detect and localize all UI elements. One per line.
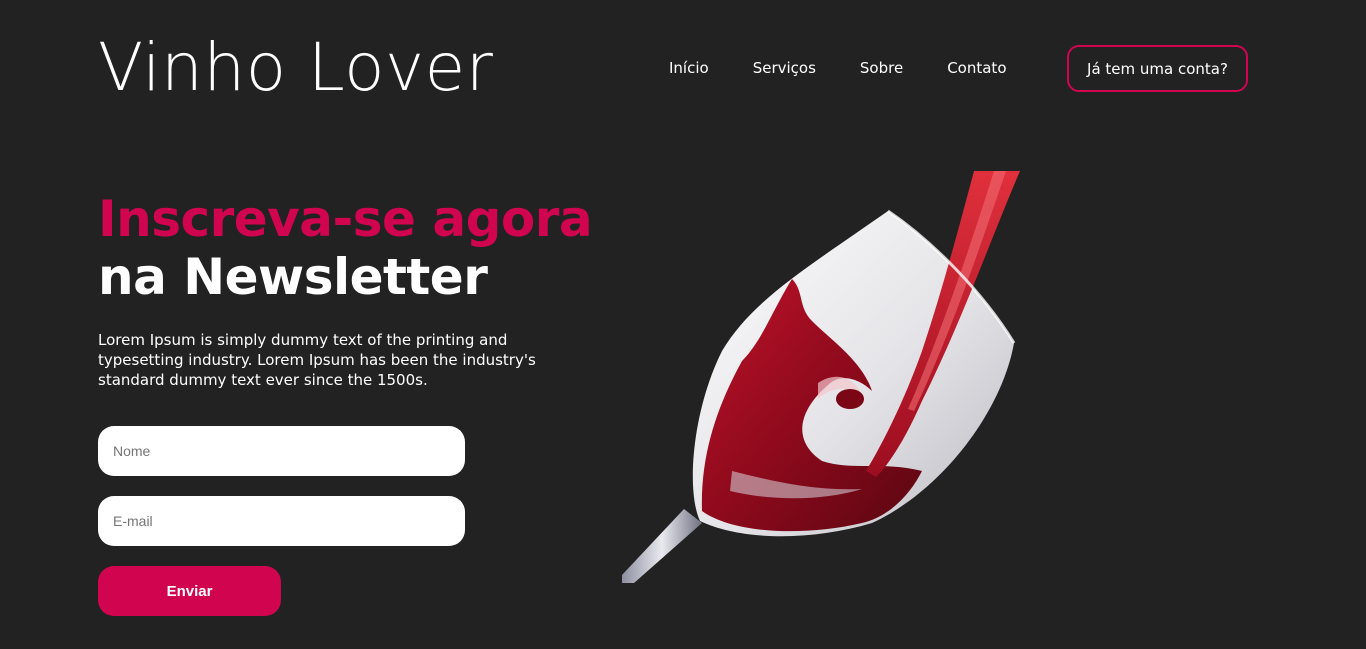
submit-button[interactable]: Enviar <box>98 566 281 616</box>
title-accent: Inscreva-se agora <box>98 190 593 248</box>
nav-link-inicio[interactable]: Início <box>669 59 709 77</box>
newsletter-description: Lorem Ipsum is simply dummy text of the … <box>98 331 536 389</box>
login-button[interactable]: Já tem uma conta? <box>1067 45 1248 92</box>
site-logo[interactable]: Vinho Lover <box>98 26 493 110</box>
nav-link-servicos[interactable]: Serviços <box>753 59 816 77</box>
title-main: na Newsletter <box>98 248 488 306</box>
wine-glass-pour-icon <box>622 171 1020 583</box>
main-nav: Início Serviços Sobre Contato <box>650 45 1051 91</box>
nav-link-sobre[interactable]: Sobre <box>860 59 903 77</box>
email-input[interactable] <box>98 496 465 546</box>
page-title: Inscreva-se agora na Newsletter <box>98 190 593 306</box>
name-input[interactable] <box>98 426 465 476</box>
page: Vinho Lover Início Serviços Sobre Contat… <box>0 0 1366 649</box>
nav-link-contato[interactable]: Contato <box>947 59 1006 77</box>
